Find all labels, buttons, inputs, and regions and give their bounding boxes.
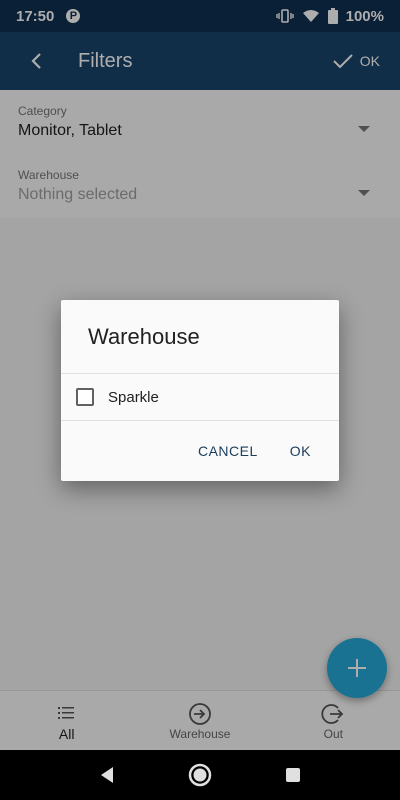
dialog-option-sparkle[interactable]: Sparkle: [61, 374, 339, 421]
option-label: Sparkle: [108, 388, 159, 406]
warehouse-dialog: Warehouse Sparkle CANCEL OK: [61, 300, 339, 481]
triangle-back-icon: [100, 767, 113, 783]
system-nav-bar: [0, 750, 400, 800]
ok-button[interactable]: OK: [278, 435, 323, 467]
system-back-button[interactable]: [87, 755, 127, 795]
square-recents-icon: [286, 768, 301, 782]
circle-home-icon: [188, 763, 212, 787]
system-recents-button[interactable]: [273, 755, 313, 795]
checkbox[interactable]: [76, 388, 94, 406]
cancel-button[interactable]: CANCEL: [186, 435, 270, 467]
system-home-button[interactable]: [180, 755, 220, 795]
screen: 17:50 P 100% Filters OK Category Monitor…: [0, 0, 400, 800]
dialog-actions: CANCEL OK: [61, 421, 339, 480]
dialog-title: Warehouse: [61, 300, 339, 374]
